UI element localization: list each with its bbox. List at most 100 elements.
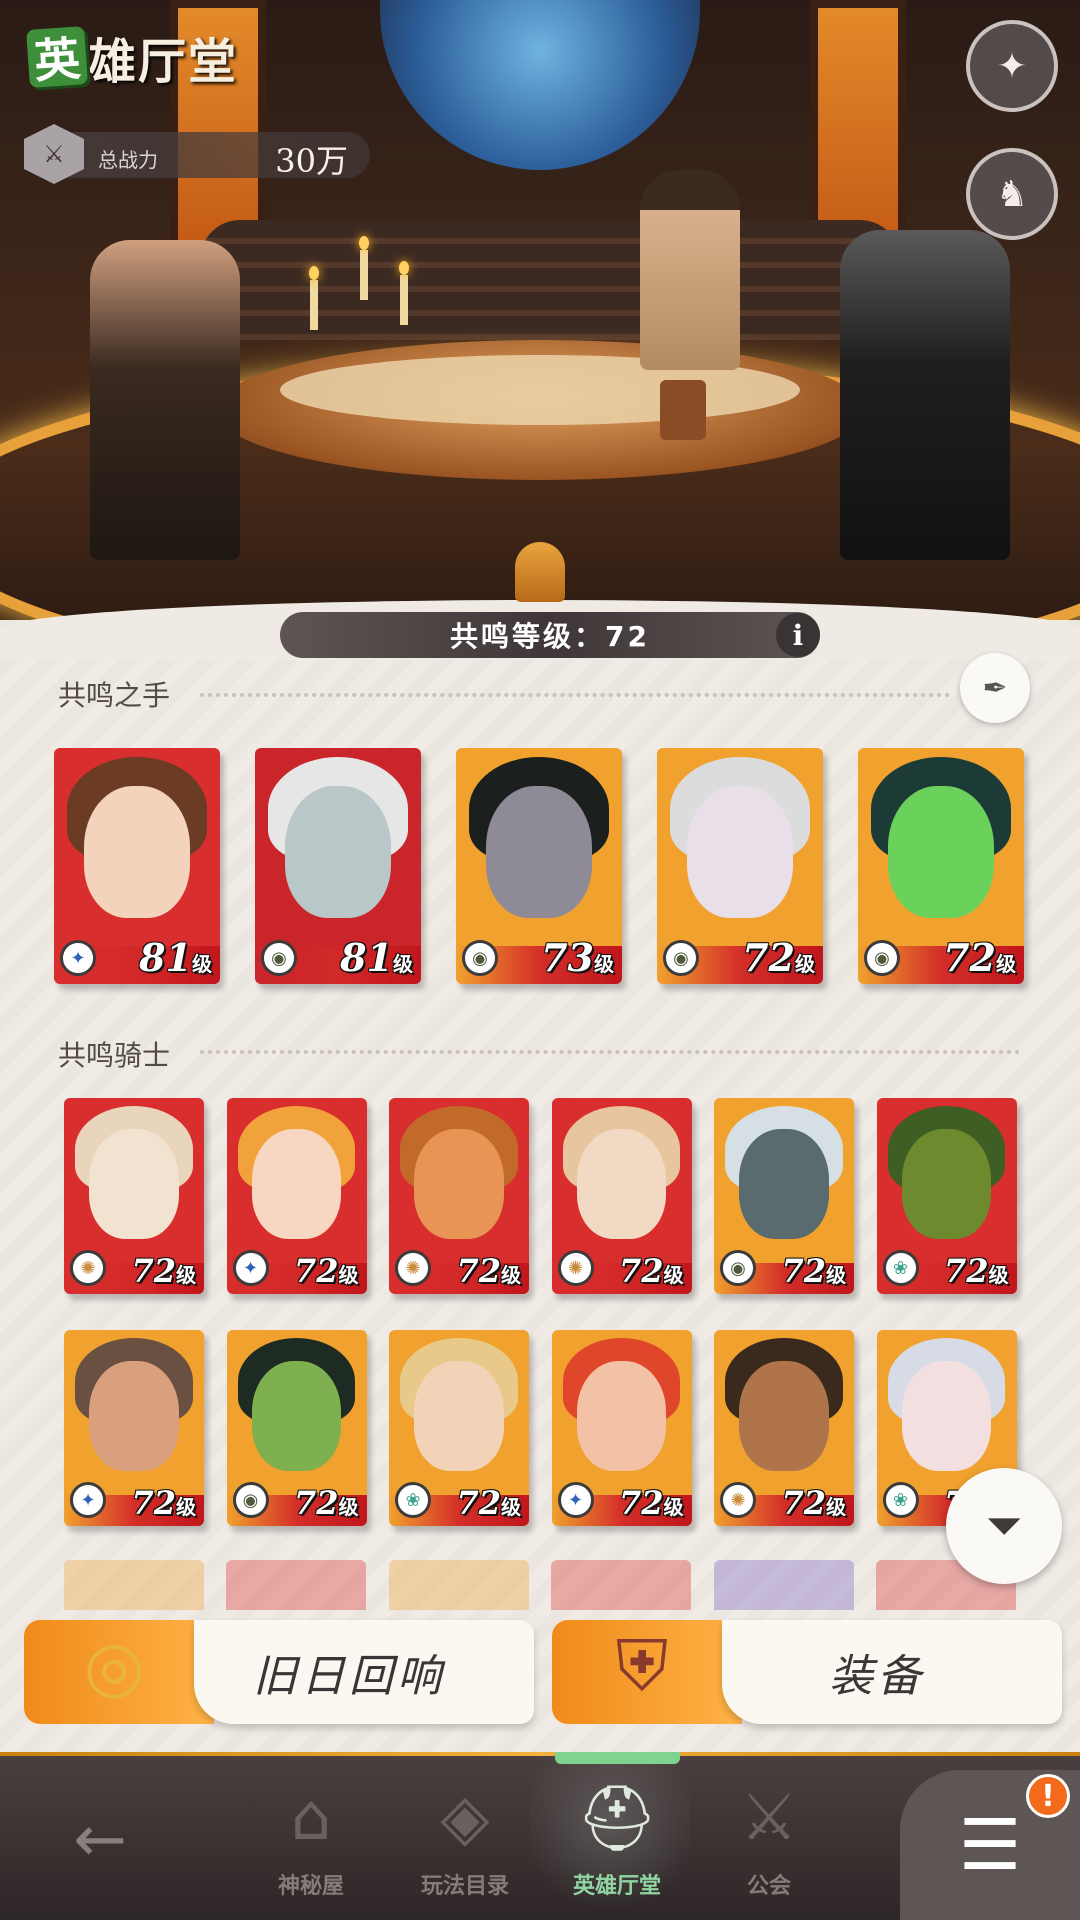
stained-glass-pillar xyxy=(810,0,906,256)
hero-card[interactable]: ✦ 72级 xyxy=(64,1330,204,1526)
hero-card[interactable]: ◉ 72级 xyxy=(714,1098,854,1294)
hero-card[interactable]: ✦ 81级 xyxy=(54,748,220,984)
hero-card-faded xyxy=(389,1560,529,1610)
hero-level-unit: 级 xyxy=(996,952,1016,976)
hero-portrait xyxy=(414,1361,504,1472)
nav-label: 公会 xyxy=(746,1874,791,1899)
candle xyxy=(400,275,408,325)
hero-class-icon: ✺ xyxy=(70,1250,106,1286)
hero-class-icon: ◉ xyxy=(720,1250,756,1286)
hero-level-number: 72 xyxy=(131,1252,176,1290)
hero-level: 81级 xyxy=(139,935,212,980)
echoes-button[interactable]: 旧日回响 ◎ xyxy=(24,1620,534,1724)
hero-class-icon: ◉ xyxy=(864,940,900,976)
back-button[interactable]: ← xyxy=(50,1800,150,1880)
hero-card[interactable]: ◉ 72级 xyxy=(657,748,823,984)
hero-portrait xyxy=(739,1129,829,1240)
nav-mystery-house[interactable]: ⌂ 神秘屋 xyxy=(236,1770,386,1920)
power-label: 总战力 xyxy=(98,148,158,172)
hero-card-faded xyxy=(64,1560,204,1610)
hero-portrait xyxy=(887,785,995,918)
hero-card[interactable]: ❀ 72级 xyxy=(389,1330,529,1526)
hero-level-unit: 级 xyxy=(663,1495,684,1519)
hero-level-unit: 级 xyxy=(176,1495,196,1519)
quill-edit-button[interactable]: ✒ xyxy=(960,653,1030,723)
hero-card-faded xyxy=(714,1560,854,1610)
hero-portrait xyxy=(284,785,392,918)
hero-card[interactable]: ◉ 72级 xyxy=(858,748,1024,984)
hero-level: 72级 xyxy=(619,1484,684,1522)
equipment-plate: 装备 xyxy=(722,1620,1062,1724)
hero-portrait xyxy=(83,785,191,918)
hero-class-icon: ◉ xyxy=(261,940,297,976)
info-button[interactable]: i xyxy=(776,613,820,657)
hero-portrait xyxy=(414,1129,504,1240)
candle xyxy=(360,250,368,300)
stained-glass-window xyxy=(380,0,700,170)
knights-section-title: 共鸣骑士 xyxy=(58,1039,171,1072)
echoes-label: 旧日回响 xyxy=(253,1651,445,1702)
hero-card[interactable]: ❀ 72级 xyxy=(876,1098,1017,1294)
hero-card[interactable]: ✺ 72级 xyxy=(551,1098,692,1294)
nav-hero-hall[interactable]: ⛑ 英雄厅堂 xyxy=(542,1770,692,1920)
hero-class-icon: ✦ xyxy=(60,940,96,976)
hero-portrait xyxy=(576,1361,667,1472)
back-arrow-icon: ← xyxy=(73,1803,127,1877)
hero-class-icon: ✦ xyxy=(70,1482,106,1518)
hero-class-icon: ✺ xyxy=(395,1250,431,1286)
hero-class-icon: ✺ xyxy=(557,1250,594,1286)
hero-figure-right[interactable] xyxy=(840,230,1010,560)
nav-label: 玩法目录 xyxy=(420,1874,509,1899)
hero-card[interactable]: ◉ 72级 xyxy=(226,1330,367,1526)
hero-helmets-button[interactable]: ♞ xyxy=(966,148,1058,240)
hero-portrait xyxy=(485,785,593,918)
hero-card-faded xyxy=(551,1560,691,1610)
golden-relic-icon: ◎ xyxy=(83,1625,145,1707)
hero-card[interactable]: ✦ 72级 xyxy=(551,1330,692,1526)
filter-sort-button[interactable]: ⏷ xyxy=(946,1468,1062,1584)
hero-portrait xyxy=(89,1129,179,1240)
hero-level-unit: 级 xyxy=(501,1263,521,1287)
spartan-helmet-icon xyxy=(515,542,565,602)
alert-icon: ! xyxy=(1041,1778,1055,1814)
hero-class-icon: ◉ xyxy=(232,1482,269,1518)
hands-section-title: 共鸣之手 xyxy=(58,679,171,712)
codex-book-button[interactable]: ✦ xyxy=(966,20,1058,112)
resonance-level-text: 共鸣等级：72 xyxy=(450,620,650,653)
hero-card[interactable]: ✺ 72级 xyxy=(389,1098,529,1294)
equipment-button[interactable]: 装备 ⛨ xyxy=(552,1620,1062,1724)
total-power-bar: ⚔ 总战力 30万 xyxy=(24,124,370,184)
hall-stairs xyxy=(200,220,900,340)
hero-portrait xyxy=(686,785,794,918)
hero-level: 72级 xyxy=(781,1484,846,1522)
nav-guild[interactable]: ⚔ 公会 xyxy=(694,1770,844,1920)
hero-portrait xyxy=(251,1361,342,1472)
hero-card[interactable]: ◉ 73级 xyxy=(456,748,622,984)
info-icon: i xyxy=(792,618,804,652)
hero-figure-center[interactable] xyxy=(640,170,740,370)
hero-level-number: 72 xyxy=(618,1484,664,1522)
filter-icon: ⏷ xyxy=(985,1498,1023,1552)
nav-label: 神秘屋 xyxy=(277,1874,344,1899)
hero-level-unit: 级 xyxy=(663,1263,684,1287)
hero-card[interactable]: ✦ 72级 xyxy=(226,1098,367,1294)
hero-level-unit: 级 xyxy=(501,1495,521,1519)
hero-card[interactable]: ✺ 72级 xyxy=(64,1098,204,1294)
hero-level-unit: 级 xyxy=(338,1495,359,1519)
mug xyxy=(660,380,706,440)
nav-gameplay-catalog[interactable]: ◈ 玩法目录 xyxy=(390,1770,540,1920)
hero-figure-left[interactable] xyxy=(90,240,240,560)
hero-level-unit: 级 xyxy=(393,952,413,976)
menu-list-icon: ☰ xyxy=(958,1804,1022,1886)
hero-level-unit: 级 xyxy=(826,1263,846,1287)
diamond-grid-icon: ◈ xyxy=(440,1781,490,1855)
hero-level-number: 72 xyxy=(293,1484,339,1522)
hero-card[interactable]: ✺ 72级 xyxy=(714,1330,854,1526)
hero-card[interactable]: ◉ 81级 xyxy=(255,748,421,984)
hero-class-icon: ❀ xyxy=(395,1482,431,1518)
candle-flame xyxy=(309,266,319,280)
hero-level: 72级 xyxy=(456,1484,521,1522)
hero-level-number: 72 xyxy=(781,1252,826,1290)
hero-portrait xyxy=(251,1129,342,1240)
hero-level-unit: 级 xyxy=(826,1495,846,1519)
